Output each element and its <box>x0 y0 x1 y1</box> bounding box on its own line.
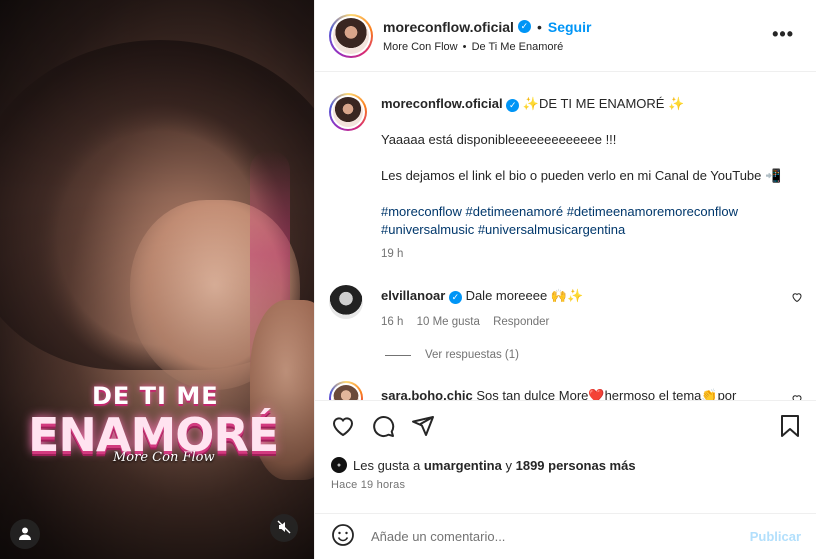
view-replies-label[interactable]: Ver respuestas (1) <box>425 349 519 361</box>
commenter-avatar[interactable] <box>329 381 363 400</box>
emoji-smiley-icon[interactable] <box>331 523 355 550</box>
speaker-muted-icon <box>277 520 291 537</box>
caption-row: moreconflow.oficial ✓ ✨DE TI ME ENAMORÉ … <box>329 93 816 263</box>
author-username[interactable]: moreconflow.oficial <box>383 19 514 35</box>
share-paper-plane-icon[interactable] <box>411 414 435 441</box>
likes-summary[interactable]: ● Les gusta a umargentina y 1899 persona… <box>331 457 801 473</box>
publish-button[interactable]: Publicar <box>750 529 801 544</box>
comment-row: sara.boho.chic Sos tan dulce More❤️hermo… <box>329 381 816 400</box>
caption-line-1: Yaaaaa está disponibleeeeeeeeeeeee !!! <box>381 132 617 147</box>
replies-divider <box>385 354 411 356</box>
caption-headline: ✨DE TI ME ENAMORÉ ✨ <box>522 96 685 111</box>
post-header: moreconflow.oficial ✓ • Seguir More Con … <box>315 0 816 72</box>
likes-count[interactable]: 1899 personas más <box>516 458 636 473</box>
caption-hashtags-2[interactable]: #universalmusic #universalmusicargentina <box>381 221 791 239</box>
author-avatar[interactable] <box>329 13 373 58</box>
follow-button[interactable]: Seguir <box>548 19 592 35</box>
post-side-panel: moreconflow.oficial ✓ • Seguir More Con … <box>314 0 816 559</box>
like-heart-icon[interactable] <box>331 414 355 441</box>
media-title-small: DE TI ME <box>92 382 219 410</box>
audio-track[interactable]: De Ti Me Enamoré <box>472 41 564 53</box>
reply-button[interactable]: Responder <box>493 316 549 328</box>
user-icon <box>17 525 33 544</box>
post-media[interactable]: DE TI ME ENAMORÉ More Con Flow <box>0 0 314 559</box>
media-title-sub: More Con Flow <box>113 450 215 465</box>
comment-input[interactable] <box>371 529 750 544</box>
separator-dot: • <box>536 18 542 35</box>
caption-avatar[interactable] <box>329 93 367 131</box>
comment-like-heart-icon[interactable] <box>791 291 803 306</box>
comment-row: elvillanoar ✓ Dale moreeee 🙌✨ 16 h 10 Me… <box>329 285 816 331</box>
caption-line-2: Les dejamos el link el bio o pueden verl… <box>381 168 782 183</box>
comment-username[interactable]: elvillanoar <box>381 288 445 303</box>
caption-username[interactable]: moreconflow.oficial <box>381 96 503 111</box>
more-options-icon[interactable]: ••• <box>772 24 794 45</box>
post-actions: ● Les gusta a umargentina y 1899 persona… <box>315 400 816 513</box>
save-bookmark-icon[interactable] <box>779 414 801 441</box>
comment-likes[interactable]: 10 Me gusta <box>417 316 480 328</box>
comment-like-heart-icon[interactable] <box>791 393 803 400</box>
mute-button[interactable] <box>270 514 298 542</box>
liker-username[interactable]: umargentina <box>424 458 502 473</box>
tagged-users-button[interactable] <box>10 519 40 549</box>
likes-prefix: Les gusta a <box>353 457 421 473</box>
comment-text: Dale moreeee 🙌✨ <box>465 288 584 303</box>
audio-artist[interactable]: More Con Flow <box>383 41 458 53</box>
comment-time[interactable]: 16 h <box>381 316 403 328</box>
media-shade <box>0 0 314 559</box>
verified-icon: ✓ <box>517 20 531 33</box>
add-comment-bar: Publicar <box>315 513 816 559</box>
comment-username[interactable]: sara.boho.chic <box>381 388 473 400</box>
commenter-avatar[interactable] <box>329 285 363 319</box>
likes-conj: y <box>505 457 512 473</box>
audio-separator: • <box>462 40 467 53</box>
post-timestamp[interactable]: Hace 19 horas <box>331 479 801 491</box>
audio-info[interactable]: More Con Flow • De Ti Me Enamoré <box>383 41 591 53</box>
comment-bubble-icon[interactable] <box>371 414 395 441</box>
liker-avatar[interactable]: ● <box>331 457 347 473</box>
caption-hashtags-1[interactable]: #moreconflow #detimeenamoré #detimeenamo… <box>381 203 791 221</box>
verified-icon: ✓ <box>506 98 520 112</box>
verified-icon: ✓ <box>448 290 462 304</box>
view-replies-button[interactable]: Ver respuestas (1) <box>385 349 816 361</box>
comment-text: Sos tan dulce More❤️hermoso el tema👏por <box>476 388 737 400</box>
comments-list[interactable]: moreconflow.oficial ✓ ✨DE TI ME ENAMORÉ … <box>315 73 816 400</box>
caption-time[interactable]: 19 h <box>381 248 403 260</box>
